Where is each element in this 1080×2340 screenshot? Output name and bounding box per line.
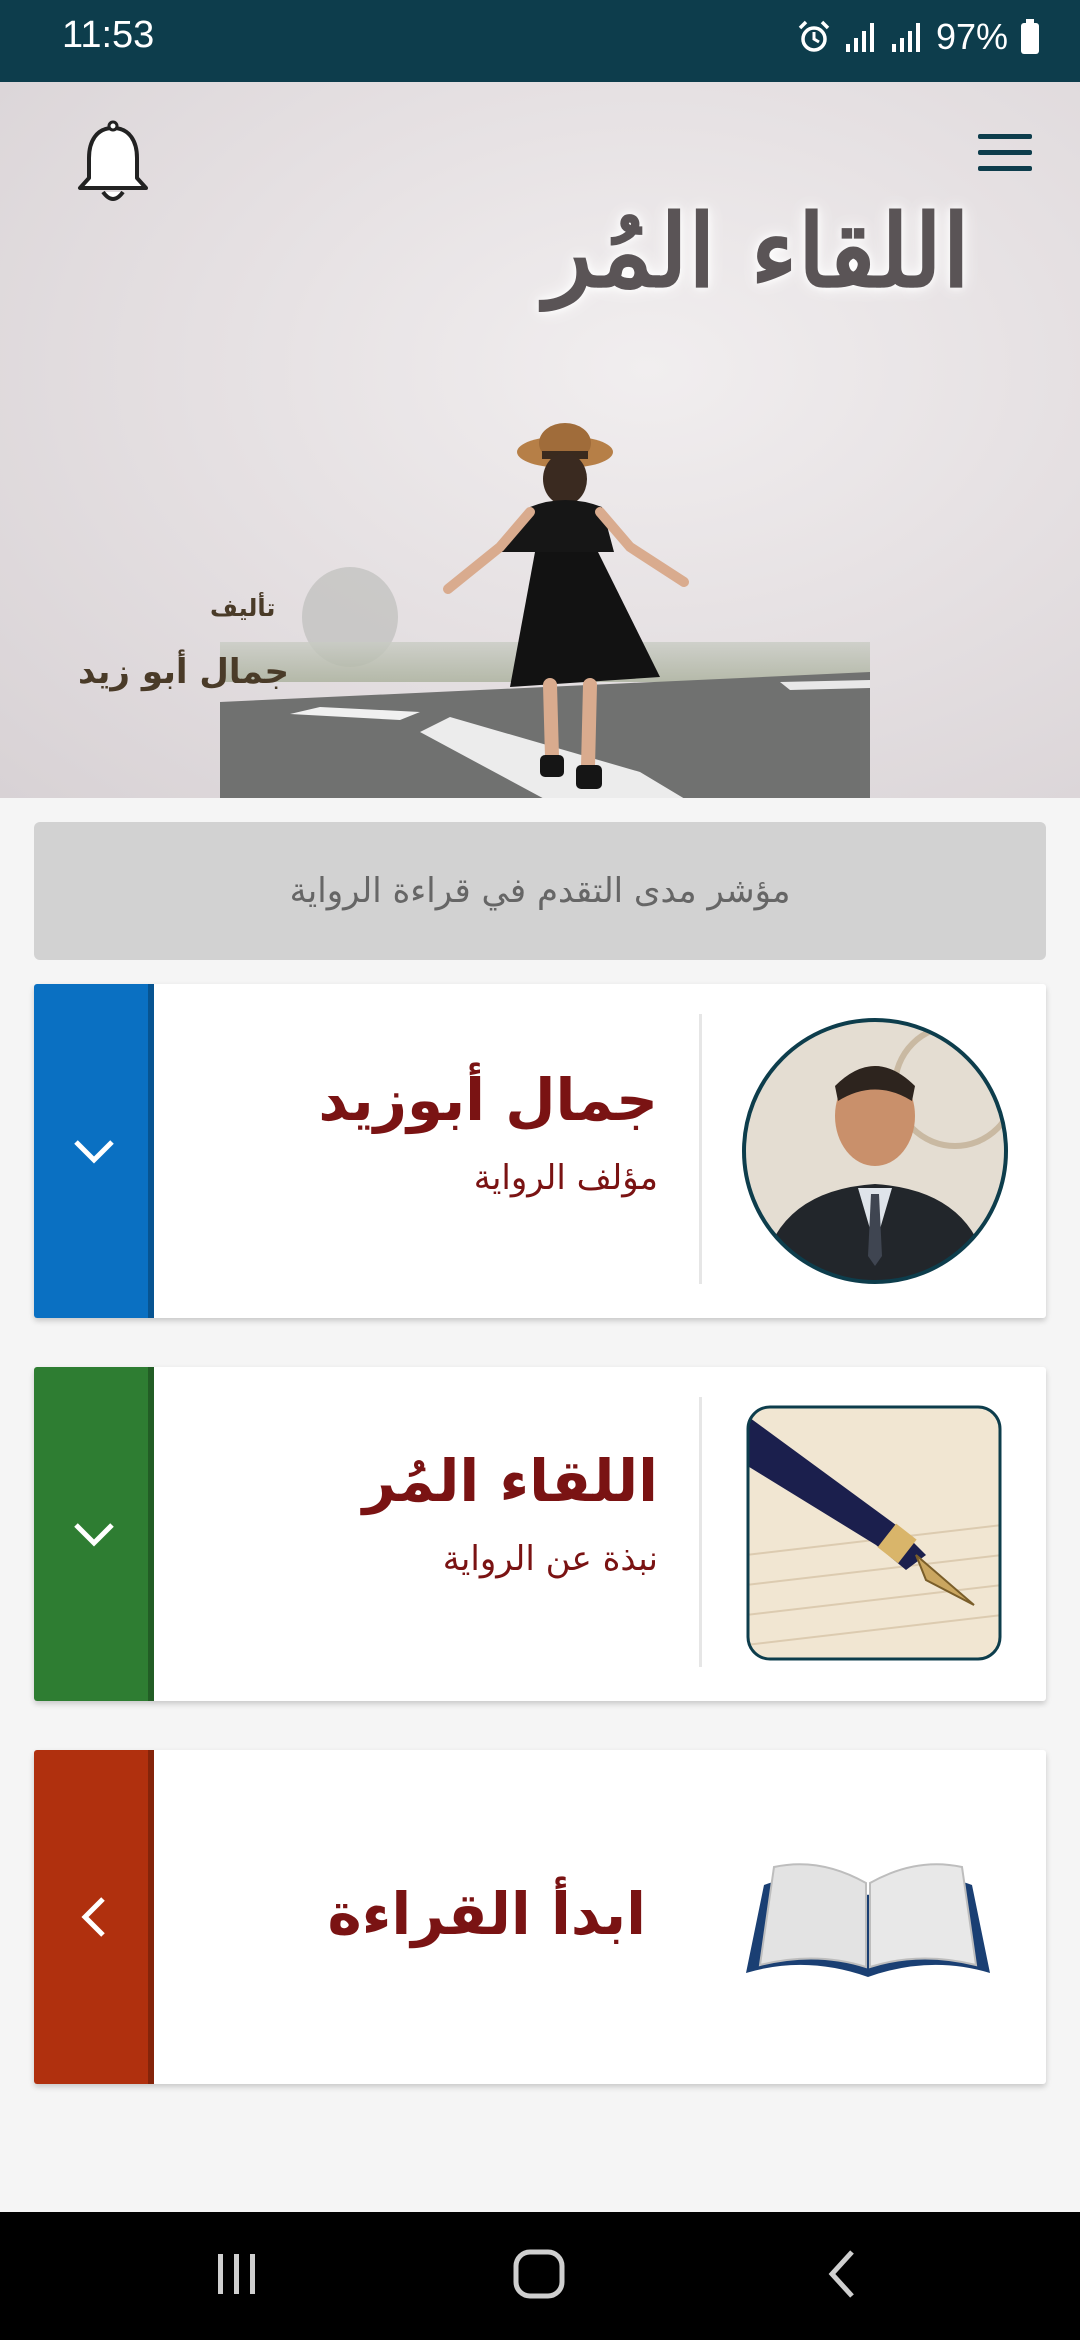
about-card[interactable]: اللقاء المُر نبذة عن الرواية: [34, 1367, 1046, 1701]
hero-cover: اللقاء المُر تأليف جمال أبو زيد: [0, 82, 1080, 798]
status-bar: 11:53 97%: [0, 0, 1080, 82]
reading-progress-bar: مؤشر مدى التقدم في قراءة الرواية: [34, 822, 1046, 960]
about-card-expand[interactable]: [34, 1367, 154, 1701]
menu-icon: [978, 134, 1032, 139]
start-reading-label: ابدأ القراءة: [327, 1880, 647, 1948]
hero-by-label: تأليف: [210, 594, 276, 622]
chevron-left-icon: [81, 1897, 105, 1937]
back-icon[interactable]: [818, 2246, 868, 2302]
bell-icon[interactable]: [72, 120, 154, 206]
menu-button[interactable]: [978, 134, 1032, 174]
signal-icon: [891, 23, 920, 52]
author-role: مؤلف الرواية: [473, 1158, 658, 1198]
chevron-down-icon: [74, 1523, 114, 1547]
author-card[interactable]: جمال أبوزيد مؤلف الرواية: [34, 984, 1046, 1318]
author-name: جمال أبوزيد: [318, 1066, 658, 1134]
about-subtitle: نبذة عن الرواية: [442, 1539, 658, 1579]
status-icons: 97%: [796, 16, 1040, 58]
signal-icon: [845, 23, 874, 52]
status-time: 11:53: [62, 14, 155, 56]
chevron-down-icon: [74, 1140, 114, 1164]
author-portrait: [742, 1018, 1008, 1284]
battery-percent: 97%: [935, 16, 1008, 57]
fountain-pen-image: [746, 1405, 1002, 1661]
about-title: اللقاء المُر: [362, 1447, 658, 1515]
start-reading-card[interactable]: ابدأ القراءة: [34, 1750, 1046, 2084]
author-card-expand[interactable]: [34, 984, 154, 1318]
progress-label: مؤشر مدى التقدم في قراءة الرواية: [289, 871, 791, 911]
home-icon[interactable]: [510, 2246, 570, 2302]
card-divider: [699, 1014, 702, 1284]
alarm-icon: [798, 20, 830, 52]
system-nav-bar: [0, 2212, 1080, 2340]
open-book-icon: [746, 1863, 990, 1977]
hero-author: جمال أبو زيد: [78, 652, 289, 692]
battery-icon: [1021, 19, 1039, 54]
hero-title: اللقاء المُر: [544, 192, 971, 310]
walking-woman-image: [443, 423, 689, 789]
recent-apps-icon[interactable]: [212, 2246, 262, 2302]
start-reading-button[interactable]: [34, 1750, 154, 2084]
card-divider: [699, 1397, 702, 1667]
